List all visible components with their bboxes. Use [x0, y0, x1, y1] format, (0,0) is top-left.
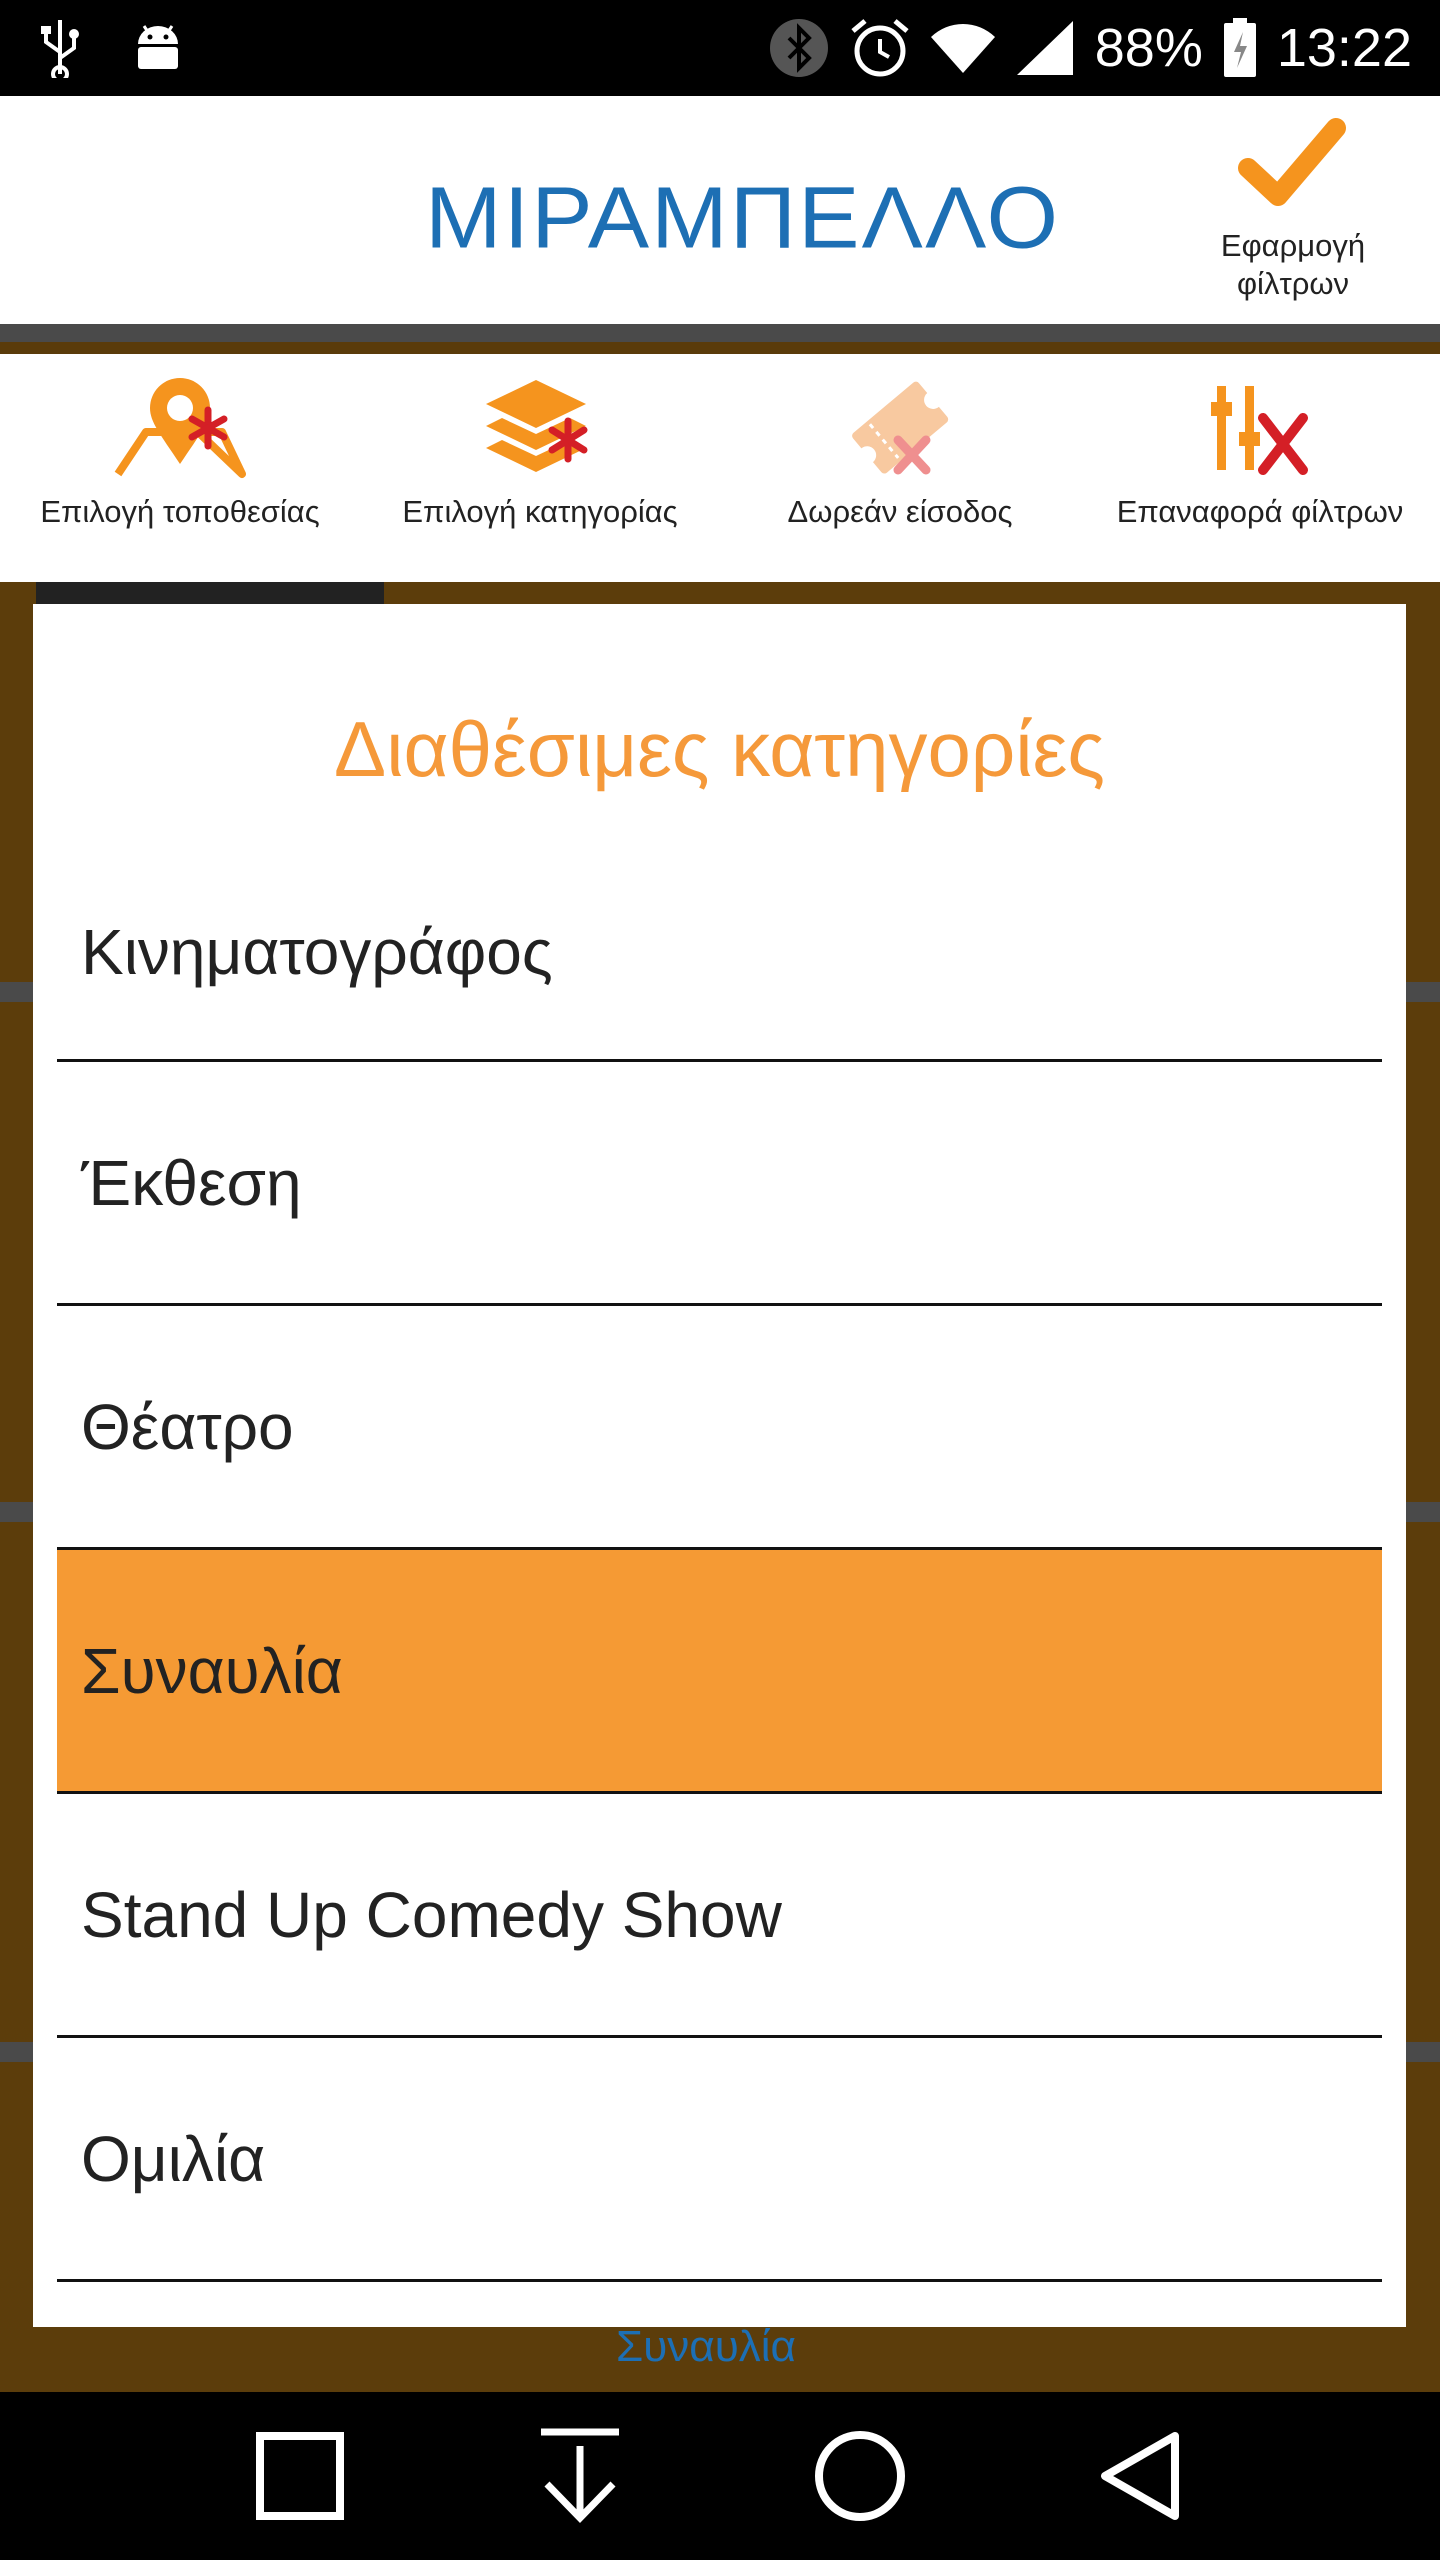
usb-icon [40, 18, 80, 78]
filter-free-entry-label: Δωρεάν είσοδος [787, 494, 1013, 529]
wifi-icon [930, 21, 995, 75]
layers-asterisk-icon [480, 374, 600, 489]
app-header: ΜΙΡΑΜΠΕΛΛΟ Εφαρμογή φίλτρων [0, 96, 1440, 324]
navigation-bar [0, 2392, 1440, 2560]
event-category-text: Συναυλία [616, 2322, 796, 2371]
header-divider [0, 324, 1440, 354]
apply-filters-button[interactable]: Εφαρμογή φίλτρων [1208, 116, 1378, 303]
filter-reset-label: Επαναφορά φίλτρων [1116, 494, 1404, 529]
category-list: Κινηματογράφος Έκθεση Θέατρο Συναυλία St… [57, 844, 1382, 2282]
filters-reset-icon [1205, 374, 1315, 489]
category-item-concert[interactable]: Συναυλία [57, 1550, 1382, 1794]
category-item-theater[interactable]: Θέατρο [57, 1306, 1382, 1550]
category-item-speech[interactable]: Ομιλία [57, 2038, 1382, 2282]
battery-percent: 88% [1094, 18, 1203, 78]
category-item-standup-comedy[interactable]: Stand Up Comedy Show [57, 1794, 1382, 2038]
filter-location-button[interactable]: Επιλογή τοποθεσίας [0, 354, 360, 582]
location-asterisk-icon [110, 374, 250, 489]
ticket-x-icon [840, 374, 960, 489]
bluetooth-icon [769, 18, 829, 78]
filter-category-label: Επιλογή κατηγορίας [402, 494, 678, 529]
filter-reset-button[interactable]: Επαναφορά φίλτρων [1080, 354, 1440, 582]
recent-apps-icon[interactable] [240, 2416, 360, 2536]
back-icon[interactable] [1080, 2416, 1200, 2536]
status-bar: 88% 13:22 [0, 0, 1440, 96]
category-item-cinema[interactable]: Κινηματογράφος [57, 844, 1382, 1062]
filter-location-label: Επιλογή τοποθεσίας [40, 494, 320, 529]
checkmark-icon [1238, 116, 1348, 221]
category-item-exhibition[interactable]: Έκθεση [57, 1062, 1382, 1306]
alarm-icon [849, 17, 911, 79]
category-dialog: Διαθέσιμες κατηγορίες Κινηματογράφος Έκθ… [33, 604, 1406, 2327]
filter-category-button[interactable]: Επιλογή κατηγορίας [360, 354, 720, 582]
app-logo: ΜΙΡΑΜΠΕΛΛΟ [425, 169, 1061, 267]
filter-free-entry-button[interactable]: Δωρεάν είσοδος [720, 354, 1080, 582]
dialog-title: Διαθέσιμες κατηγορίες [334, 705, 1105, 793]
battery-charging-icon [1223, 18, 1257, 78]
android-icon [130, 20, 186, 76]
apply-filters-label: Εφαρμογή φίλτρων [1220, 228, 1366, 301]
download-icon[interactable] [520, 2416, 640, 2536]
filter-toolbar: Επιλογή τοποθεσίας Επιλογή κατηγορίας Δω… [0, 354, 1440, 582]
clock: 13:22 [1276, 18, 1412, 78]
home-icon[interactable] [800, 2416, 920, 2536]
signal-icon [1015, 19, 1075, 77]
